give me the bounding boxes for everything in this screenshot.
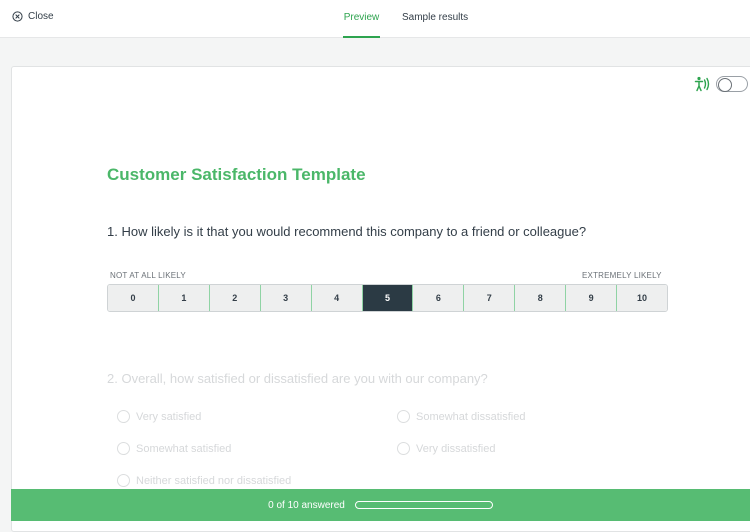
question-1-text: 1. How likely is it that you would recom… [107,224,587,239]
option-label: Somewhat satisfied [136,442,232,455]
radio-option-neither[interactable]: Neither satisfied nor dissatisfied [117,474,291,487]
close-circle-icon [12,11,23,22]
scale-option-8[interactable]: 8 [515,285,567,311]
progress-bar [354,501,493,509]
scale-option-3[interactable]: 3 [260,285,312,311]
scale-option-10[interactable]: 10 [617,285,667,311]
tab-sample-results[interactable]: Sample results [402,0,472,38]
option-label: Neither satisfied nor dissatisfied [136,474,292,487]
radio-button[interactable] [397,442,410,455]
question-2-text: 2. Overall, how satisfied or dissatisfie… [107,371,488,386]
scale-high-label: EXTREMELY LIKELY [582,271,662,280]
option-label: Very dissatisfied [416,442,496,455]
radio-option-somewhat-satisfied[interactable]: Somewhat satisfied [117,442,231,455]
tab-preview[interactable]: Preview [343,0,380,38]
radio-option-very-satisfied[interactable]: Very satisfied [117,410,201,423]
progress-footer: 0 of 10 answered [11,489,750,521]
accessibility-control [694,75,748,93]
close-button[interactable]: Close [12,11,54,22]
accessibility-icon [694,76,710,92]
option-label: Very satisfied [136,410,202,423]
scale-option-1[interactable]: 1 [158,285,210,311]
radio-button[interactable] [397,410,410,423]
scale-low-label: NOT AT ALL LIKELY [110,271,186,280]
radio-option-very-dissatisfied[interactable]: Very dissatisfied [397,442,495,455]
radio-button[interactable] [117,410,130,423]
scale-option-6[interactable]: 6 [413,285,465,311]
close-label: Close [28,11,54,22]
radio-option-somewhat-dissatisfied[interactable]: Somewhat dissatisfied [397,410,525,423]
radio-button[interactable] [117,442,130,455]
scale-option-0[interactable]: 0 [108,285,159,311]
progress-text: 0 of 10 answered [268,499,345,511]
scale-option-9[interactable]: 9 [566,285,618,311]
survey-title: Customer Satisfaction Template [107,165,366,184]
scale-option-7[interactable]: 7 [464,285,516,311]
option-label: Somewhat dissatisfied [416,410,526,423]
radio-button[interactable] [117,474,130,487]
survey-card: Customer Satisfaction Template 1. How li… [11,66,750,532]
accessibility-toggle[interactable] [716,76,748,92]
scale-option-5[interactable]: 5 [362,285,414,311]
nps-scale: 0 1 2 3 4 5 6 7 8 9 10 [107,284,668,312]
top-bar: Close Preview Sample results [0,0,750,38]
scale-option-2[interactable]: 2 [209,285,261,311]
scale-option-4[interactable]: 4 [311,285,363,311]
